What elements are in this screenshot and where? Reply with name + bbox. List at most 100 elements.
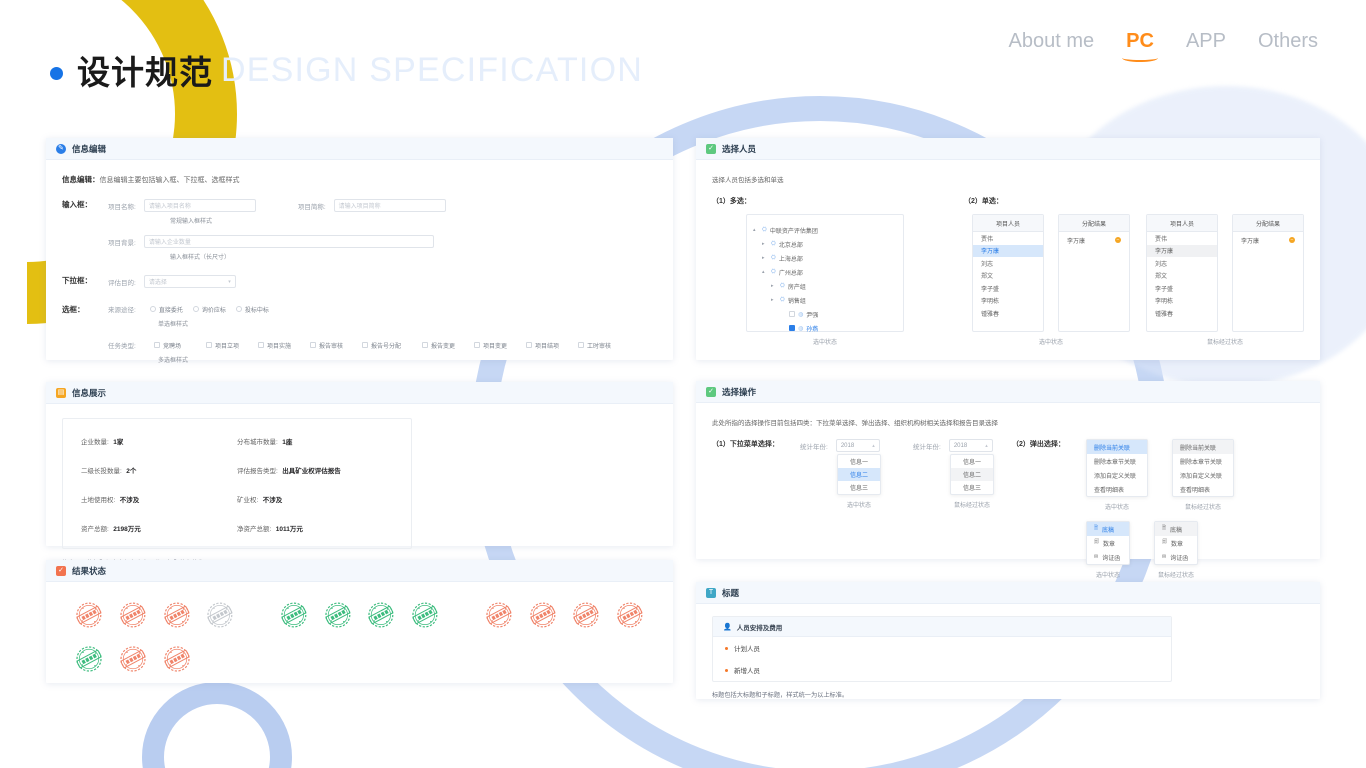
remove-icon[interactable]: − (1289, 237, 1295, 244)
dropdown-menu-hover[interactable]: 信息一 信息二 信息三 (950, 454, 994, 495)
tree-node[interactable]: ◍ 孙燕 (753, 321, 897, 335)
people-list-item[interactable]: 刘志 (1147, 257, 1217, 270)
title-sub-item[interactable]: 计划人员 (713, 637, 1171, 659)
people-list-item[interactable]: 李子盛 (1147, 282, 1217, 295)
dropdown-menu-item[interactable]: 信息二 (951, 468, 993, 481)
people-list-item[interactable]: 刘志 (973, 257, 1043, 270)
checkbox-option[interactable]: 项目结项 (526, 341, 578, 350)
year-select[interactable]: 2018 ▴ (835, 439, 880, 452)
tree-arrow-icon[interactable]: ▴ (762, 269, 768, 275)
nav-item-app[interactable]: APP (1186, 30, 1226, 62)
people-table-hover[interactable]: 项目人员 贾伟 李万康 刘志 郑文 李子盛 李明栋 锺雅春 (1146, 214, 1218, 332)
people-list[interactable]: 贾伟 李万康 刘志 郑文 李子盛 李明栋 锺雅春 (973, 232, 1043, 320)
people-list-item[interactable]: 锺雅春 (1147, 307, 1217, 320)
mini-menu-item[interactable]: 🗎 底稿 (1155, 522, 1197, 536)
project-short-input[interactable]: 请输入项目简称 (333, 199, 446, 212)
project-bg-input[interactable]: 请输入企业数量 (143, 235, 434, 248)
org-tree[interactable]: ▴ ⛭ 中联资产评估集团 ▸ ⛭ 北京总部 ▸ ⛭ 上海总部 ▴ ⛭ 广州总部 ▸ ⛭ 房产组 ▸ ⛭ 销售组 ◍ 尹… (746, 214, 904, 335)
popup-menu-item[interactable]: 查看明细表 (1087, 482, 1147, 496)
table-header-people: 项目人员 (1147, 215, 1217, 232)
popup-menu-item[interactable]: 删除当前关联 (1173, 440, 1233, 454)
card-header: ▤ 信息展示 (46, 382, 673, 404)
tree-node[interactable]: ▴ ⛭ 中联资产评估集团 (753, 223, 897, 237)
popup-menu-selected[interactable]: 删除当前关联 删除本章节关联 添加自定义关联 查看明细表 (1086, 439, 1148, 497)
tree-node[interactable]: ◍ 尹强 (753, 307, 897, 321)
table-header-result: 分配结果 (1059, 215, 1129, 232)
radio-option[interactable]: 投标中标 (235, 305, 269, 314)
radio-option[interactable]: 直接委托 (149, 305, 183, 314)
info-item: 土地使用权: 不涉及 (81, 489, 237, 507)
popup-menu-hover[interactable]: 删除当前关联 删除本章节关联 添加自定义关联 查看明细表 (1172, 439, 1234, 497)
people-list-item[interactable]: 李明栋 (1147, 295, 1217, 308)
popup-menu-item[interactable]: 删除本章节关联 (1087, 454, 1147, 468)
info-key: 净资产总额: (237, 526, 272, 533)
tree-arrow-icon[interactable]: ▸ (771, 283, 777, 289)
radio-option[interactable]: 询价应标 (192, 305, 226, 314)
checkbox-option[interactable]: 报告号分配 (362, 341, 422, 350)
tree-node[interactable]: ▸ ⛭ 销售组 (753, 293, 897, 307)
checkbox-option[interactable]: 项目立项 (206, 341, 258, 350)
group-icon: ⛭ (780, 282, 785, 289)
popup-menu-item[interactable]: 添加自定义关联 (1173, 468, 1233, 482)
mini-menu-item[interactable]: ✉ 询证函 (1087, 550, 1129, 564)
mini-menu-hover[interactable]: 🗎 底稿 🗐 数章 ✉ 询证函 (1154, 521, 1198, 565)
popup-menu-item[interactable]: 删除当前关联 (1087, 440, 1147, 454)
chevron-down-icon: ▾ (228, 278, 231, 285)
checkbox-icon (206, 342, 212, 348)
nav-item-others[interactable]: Others (1258, 30, 1318, 62)
people-list-item[interactable]: 贾伟 (973, 232, 1043, 245)
tree-node[interactable]: ▸ ⛭ 上海总部 (753, 251, 897, 265)
nav-item-pc[interactable]: PC (1122, 30, 1158, 62)
people-list-item[interactable]: 李明栋 (973, 295, 1043, 308)
tree-arrow-icon[interactable]: ▴ (753, 227, 759, 233)
dropdown-menu-item[interactable]: 信息三 (951, 481, 993, 494)
tree-node[interactable]: ▴ ⛭ 广州总部 (753, 265, 897, 279)
people-list-item[interactable]: 郑文 (1147, 270, 1217, 283)
mini-menu-item[interactable]: ✉ 询证函 (1155, 550, 1197, 564)
input-section: 输入框： 项目名称: 请输入项目名称 项目简称: 请输入项目简称 常规输入框样式… (62, 199, 657, 261)
people-list-item[interactable]: 李万康 (973, 244, 1043, 257)
people-list[interactable]: 贾伟 李万康 刘志 郑文 李子盛 李明栋 锺雅春 (1147, 232, 1217, 320)
dropdown-menu-item[interactable]: 信息三 (838, 481, 880, 494)
checkbox-option[interactable]: 报告审核 (310, 341, 362, 350)
title-sub-item[interactable]: 新增人员 (713, 659, 1171, 681)
mini-menu-item[interactable]: 🗎 底稿 (1087, 522, 1129, 536)
remove-icon[interactable]: − (1115, 237, 1121, 244)
people-list-item[interactable]: 贾伟 (1147, 232, 1217, 245)
checkbox-option[interactable]: 项目实施 (258, 341, 310, 350)
people-list-item[interactable]: 李子盛 (973, 282, 1043, 295)
project-name-input[interactable]: 请输入项目名称 (143, 199, 256, 212)
people-table-selected[interactable]: 项目人员 贾伟 李万康 刘志 郑文 李子盛 李明栋 锺雅春 (972, 214, 1044, 332)
popup-menu-item[interactable]: 添加自定义关联 (1087, 468, 1147, 482)
dropdown-menu-item[interactable]: 信息一 (838, 455, 880, 468)
purpose-select[interactable]: 请选择 ▾ (143, 275, 236, 288)
dropdown-menu-item[interactable]: 信息二 (838, 468, 880, 481)
checkbox-option[interactable]: 工时审核 (578, 341, 630, 350)
mini-menu-item[interactable]: 🗐 数章 (1087, 536, 1129, 550)
tree-checkbox-icon[interactable] (789, 311, 795, 317)
mini-menu-item[interactable]: 🗐 数章 (1155, 536, 1197, 550)
card-body (46, 582, 673, 692)
tree-node[interactable]: ▸ ⛭ 房产组 (753, 279, 897, 293)
mini-menu-selected[interactable]: 🗎 底稿 🗐 数章 ✉ 询证函 (1086, 521, 1130, 565)
checkbox-option[interactable]: 项目变更 (474, 341, 526, 350)
people-list-item[interactable]: 锺雅春 (973, 307, 1043, 320)
info-item: 净资产总额: 1011万元 (237, 518, 393, 536)
tree-node[interactable]: ▸ ⛭ 北京总部 (753, 237, 897, 251)
nav-item-about-me[interactable]: About me (1009, 30, 1095, 62)
people-list-item[interactable]: 李万康 (1147, 244, 1217, 257)
tree-arrow-icon[interactable]: ▸ (771, 297, 777, 303)
dropdown-menu-selected[interactable]: 信息一 信息二 信息三 (837, 454, 881, 495)
dropdown-menu-item[interactable]: 信息一 (951, 455, 993, 468)
people-list-item[interactable]: 郑文 (973, 270, 1043, 283)
checkbox-option[interactable]: 竞聘场 (154, 341, 206, 350)
tree-arrow-icon[interactable]: ▸ (762, 255, 768, 261)
stamp-seal-icon (325, 602, 351, 628)
stamp-seal-icon (207, 602, 233, 628)
popup-menu-item[interactable]: 删除本章节关联 (1173, 454, 1233, 468)
popup-menu-item[interactable]: 查看明细表 (1173, 482, 1233, 496)
year-select[interactable]: 2018 ▴ (948, 439, 993, 452)
checkbox-option[interactable]: 报告变更 (422, 341, 474, 350)
tree-checkbox-icon[interactable] (789, 325, 795, 331)
tree-arrow-icon[interactable]: ▸ (762, 241, 768, 247)
